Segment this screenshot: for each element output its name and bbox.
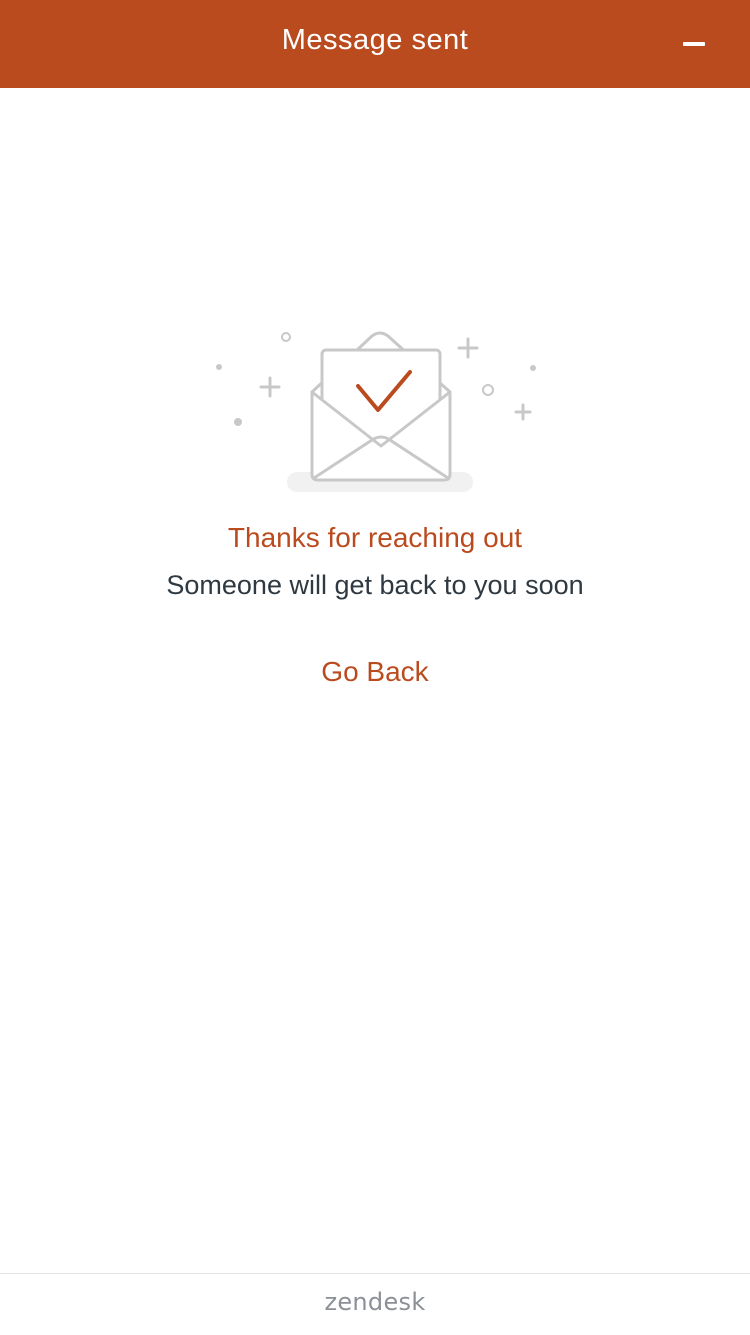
widget-header: Message sent	[0, 0, 750, 88]
footer: zendesk	[0, 1273, 750, 1335]
confirmation-subtext: Someone will get back to you soon	[166, 570, 584, 600]
go-back-button[interactable]: Go Back	[275, 652, 475, 692]
thanks-heading: Thanks for reaching out	[227, 522, 523, 553]
zendesk-logo[interactable]: zendesk	[0, 1288, 750, 1316]
header-title: Message sent	[281, 24, 469, 56]
minimize-button[interactable]	[674, 24, 714, 64]
envelope-check-icon	[200, 320, 550, 500]
minimize-icon	[683, 42, 705, 46]
